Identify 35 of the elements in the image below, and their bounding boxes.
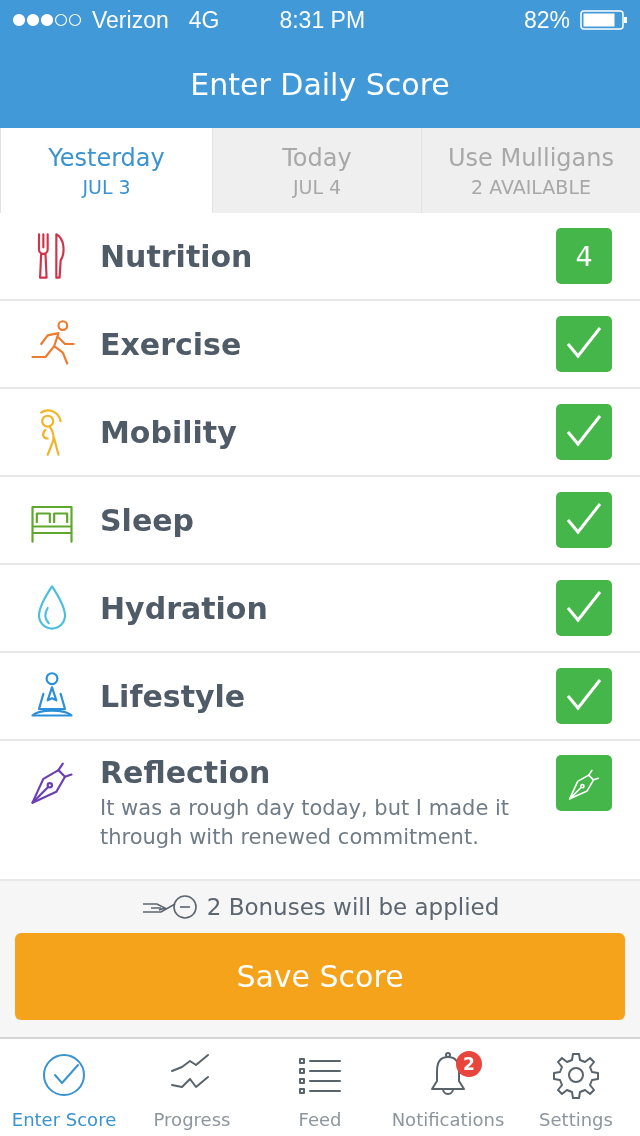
tab-bar-item[interactable]: Settings <box>512 1039 640 1136</box>
edit-button[interactable] <box>556 755 612 811</box>
save-score-button[interactable]: Save Score <box>15 933 625 1020</box>
tab-bar-item[interactable]: 2 Notifications <box>384 1039 512 1136</box>
signal-strength-icon <box>12 13 82 27</box>
category-name: Hydration <box>100 590 269 626</box>
battery-icon <box>580 10 628 30</box>
check-button[interactable] <box>556 316 612 372</box>
tab-bar-item[interactable]: Progress <box>128 1039 256 1136</box>
check-circle-icon <box>40 1051 88 1099</box>
check-button[interactable] <box>556 492 612 548</box>
category-name: Lifestyle <box>100 678 247 714</box>
check-button[interactable] <box>556 404 612 460</box>
tab-bar-item[interactable]: Feed <box>256 1039 384 1136</box>
category-name: Reflection <box>100 755 272 790</box>
score-button[interactable]: 4 <box>556 228 612 284</box>
network-type: 4G <box>188 6 220 34</box>
carrier-name: Verizon <box>92 6 169 34</box>
hand-coin-icon <box>140 894 199 920</box>
clock-time: 8:31 PM <box>279 6 366 34</box>
tab-bar-item[interactable]: Enter Score <box>0 1039 128 1136</box>
category-name: Nutrition <box>100 238 254 274</box>
date-tab[interactable]: Use Mulligans 2 AVAILABLE <box>421 128 640 213</box>
reflection-text: It was a rough day today, but I made it through with renewed commitment. <box>100 795 511 852</box>
check-button[interactable] <box>556 580 612 636</box>
date-tab[interactable]: Today JUL 4 <box>212 128 421 213</box>
bonus-message: 2 Bonuses will be applied <box>206 894 500 920</box>
check-button[interactable] <box>556 668 612 724</box>
category-name: Mobility <box>100 414 238 450</box>
category-name: Sleep <box>100 502 196 538</box>
screen-title: Enter Daily Score <box>189 65 451 104</box>
category-name: Exercise <box>100 326 243 362</box>
notification-badge: 2 <box>456 1051 482 1077</box>
settings-icon <box>552 1051 600 1099</box>
battery-percentage: 82% <box>523 6 570 34</box>
